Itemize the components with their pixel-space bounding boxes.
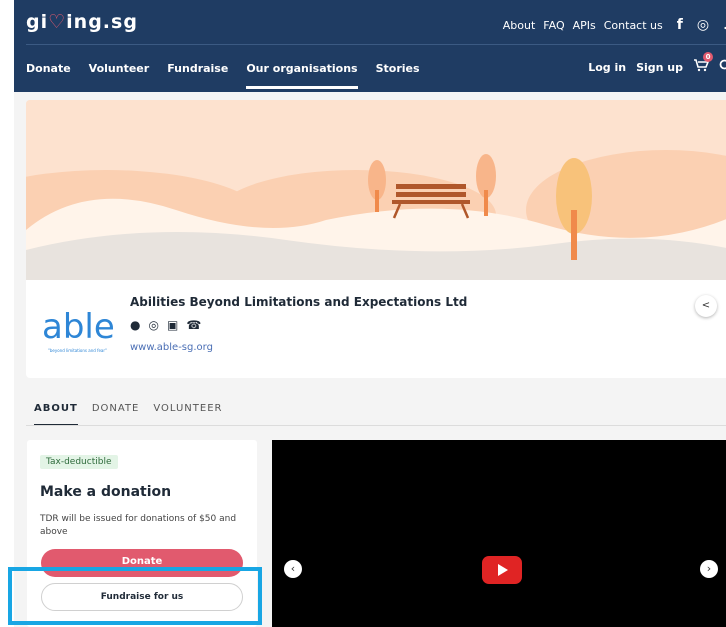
svg-text:"beyond limitations and fear": "beyond limitations and fear" [48, 348, 107, 353]
nav-donate[interactable]: Donate [26, 62, 71, 75]
signup-link[interactable]: Sign up [636, 61, 683, 74]
nav-about[interactable]: About [503, 19, 536, 32]
nav-stories[interactable]: Stories [376, 62, 420, 75]
fundraise-for-us-button[interactable]: Fundraise for us [41, 583, 243, 611]
carousel-prev-icon[interactable]: ‹ [284, 560, 302, 578]
nav-faq[interactable]: FAQ [543, 19, 564, 32]
search-icon[interactable] [719, 59, 726, 75]
linkedin-icon[interactable]: ▣ [167, 318, 178, 332]
donation-description: TDR will be issued for donations of $50 … [40, 514, 237, 537]
profile-banner [26, 100, 726, 280]
page: gi♡ing.sg About FAQ APIs Contact us f ◎ … [0, 0, 726, 627]
banner-illustration [26, 100, 726, 280]
main-nav: Donate Volunteer Fundraise Our organisat… [26, 62, 420, 89]
donation-card: Tax-deductible Make a donation TDR will … [27, 440, 257, 627]
left-margin [0, 0, 14, 627]
nav-volunteer[interactable]: Volunteer [89, 62, 150, 75]
svg-text:able: able [42, 307, 115, 347]
cart-icon[interactable]: 0 [693, 52, 713, 76]
logo-graphic: able "beyond limitations and fear" [42, 307, 115, 353]
tab-donate[interactable]: DONATE [92, 403, 140, 426]
organisation-profile-card: able "beyond limitations and fear" Abili… [26, 100, 726, 378]
facebook-icon[interactable]: f [677, 17, 683, 33]
donate-button[interactable]: Donate [41, 549, 243, 577]
organisation-social-links: ● ◎ ▣ ☎ [130, 318, 201, 332]
nav-our-organisations[interactable]: Our organisations [246, 62, 358, 89]
account-nav: Log in Sign up 0 [588, 52, 726, 76]
share-icon[interactable]: < [695, 295, 717, 317]
tax-deductible-badge: Tax-deductible [40, 455, 118, 469]
carousel-next-icon[interactable]: › [700, 560, 718, 578]
video-player[interactable]: ‹ › [272, 440, 726, 627]
site-logo[interactable]: gi♡ing.sg [26, 11, 138, 33]
nav-fundraise[interactable]: Fundraise [167, 62, 228, 75]
organisation-tabs: ABOUT DONATE VOLUNTEER [34, 403, 222, 426]
site-header: gi♡ing.sg About FAQ APIs Contact us f ◎ … [14, 0, 726, 92]
cart-count-badge: 0 [703, 52, 713, 62]
organisation-website-link[interactable]: www.able-sg.org [130, 342, 213, 353]
tab-volunteer[interactable]: VOLUNTEER [153, 403, 222, 426]
organisation-name: Abilities Beyond Limitations and Expecta… [130, 295, 468, 309]
tabs-divider [26, 425, 726, 426]
search-glyph [719, 59, 726, 70]
instagram-icon[interactable]: ◎ [697, 17, 709, 33]
instagram-icon[interactable]: ◎ [148, 318, 158, 332]
heart-icon: ♡ [48, 11, 67, 33]
login-link[interactable]: Log in [588, 61, 626, 74]
top-links: About FAQ APIs Contact us f ◎ ♪ [503, 17, 726, 33]
tab-about[interactable]: ABOUT [34, 403, 78, 426]
donation-title: Make a donation [40, 484, 172, 500]
nav-apis[interactable]: APIs [573, 19, 596, 32]
phone-icon[interactable]: ☎ [186, 318, 201, 332]
organisation-logo: able "beyond limitations and fear" [38, 290, 120, 364]
facebook-icon[interactable]: ● [130, 318, 140, 332]
header-divider [26, 44, 726, 45]
play-icon[interactable] [482, 556, 522, 584]
nav-contact[interactable]: Contact us [604, 19, 663, 32]
